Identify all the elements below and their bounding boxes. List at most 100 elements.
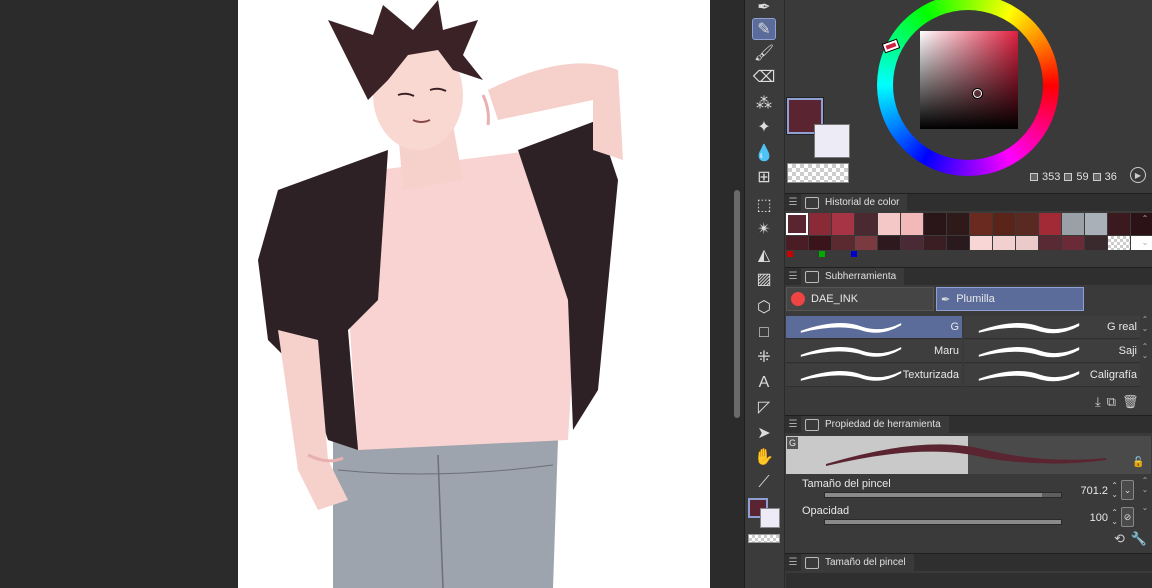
brush-item[interactable]: G bbox=[786, 316, 962, 339]
tab-subtool[interactable]: Subherramienta bbox=[801, 267, 905, 286]
figure-tool-icon[interactable]: □ bbox=[752, 322, 776, 344]
tab-tool-property[interactable]: Propiedad de herramienta bbox=[801, 415, 949, 434]
panel-menu-icon[interactable]: ☰ bbox=[785, 197, 801, 208]
preview-stroke bbox=[826, 444, 1106, 466]
trash-icon[interactable]: 🗑 bbox=[1122, 394, 1139, 410]
color-history-swatch[interactable] bbox=[832, 213, 854, 235]
color-history-swatch[interactable] bbox=[878, 236, 900, 250]
brush-item[interactable]: Saji bbox=[964, 340, 1140, 363]
color-history-swatch[interactable] bbox=[809, 236, 831, 250]
brush-item[interactable]: Texturizada bbox=[786, 364, 962, 387]
color-history-swatch[interactable] bbox=[1016, 236, 1038, 250]
reset-icon[interactable]: ⟲ bbox=[1114, 531, 1125, 547]
text-tool-icon[interactable]: A bbox=[752, 372, 776, 394]
subtool-group-dae-ink[interactable]: DAE_INK bbox=[786, 287, 934, 311]
brush-size-label: Tamaño del pincel bbox=[802, 478, 891, 490]
color-history-swatch[interactable] bbox=[924, 213, 946, 235]
wrench-icon[interactable]: 🔧 bbox=[1131, 531, 1147, 547]
sub-color-swatch[interactable] bbox=[814, 124, 850, 158]
color-history-swatch[interactable] bbox=[1085, 236, 1107, 250]
color-history-swatch[interactable] bbox=[970, 236, 992, 250]
tool-property-scroll[interactable]: ⌃ ⌄ ⌄ bbox=[1140, 476, 1150, 526]
color-history-swatch[interactable] bbox=[1062, 213, 1084, 235]
color-history-scroll[interactable]: ⌃ ⌄ bbox=[1140, 213, 1150, 249]
import-icon[interactable]: ⤓ bbox=[1095, 394, 1101, 410]
brush-stroke-sample bbox=[978, 323, 1080, 334]
transparent-color-swatch[interactable] bbox=[787, 163, 849, 183]
color-history-swatch[interactable] bbox=[832, 236, 854, 250]
opacity-slider[interactable] bbox=[824, 519, 1062, 525]
color-history-swatch[interactable] bbox=[786, 236, 808, 250]
color-history-swatch[interactable] bbox=[1016, 213, 1038, 235]
color-history-swatch[interactable] bbox=[1085, 213, 1107, 235]
opacity-stepper[interactable]: ⌃ ⌄ bbox=[1111, 508, 1118, 526]
transparent-color-swatch-small[interactable] bbox=[748, 534, 780, 543]
pencil-tool-icon[interactable]: ✎ bbox=[752, 18, 776, 40]
color-history-swatch[interactable] bbox=[947, 236, 969, 250]
canvas-scrollbar-thumb[interactable] bbox=[734, 190, 740, 418]
gradient-tool-icon[interactable]: ▨ bbox=[752, 268, 776, 290]
lock-icon[interactable]: 🔓 bbox=[1132, 457, 1144, 469]
brush-item[interactable]: Maru bbox=[786, 340, 962, 363]
saturation-value-square[interactable] bbox=[920, 31, 1018, 129]
color-history-swatch[interactable] bbox=[809, 213, 831, 235]
artwork-canvas[interactable] bbox=[238, 0, 710, 588]
color-history-swatch[interactable] bbox=[901, 213, 923, 235]
sub-color-swatch-small[interactable] bbox=[760, 508, 780, 528]
mesh-transform-icon[interactable]: ⊞ bbox=[752, 166, 776, 188]
brush-size-stepper[interactable]: ⌃ ⌄ bbox=[1111, 481, 1118, 499]
brush-tool-icon[interactable]: 🖌 bbox=[752, 42, 776, 64]
tab-brush-size[interactable]: Tamaño del pincel bbox=[801, 553, 914, 572]
hand-tool-icon[interactable]: ✋ bbox=[752, 446, 776, 468]
color-history-swatch[interactable] bbox=[878, 213, 900, 235]
color-history-swatch[interactable] bbox=[947, 213, 969, 235]
brush-size-slider[interactable] bbox=[824, 492, 1062, 498]
color-history-swatch[interactable] bbox=[855, 213, 877, 235]
pen-tool-icon[interactable]: ✒ bbox=[752, 0, 776, 18]
color-history-swatch[interactable] bbox=[786, 213, 808, 235]
brush-size-presets[interactable] bbox=[786, 573, 1152, 588]
color-history-swatch[interactable] bbox=[993, 213, 1015, 235]
brush-size-dropdown-icon[interactable]: ⌄ bbox=[1121, 480, 1134, 500]
color-history-swatch[interactable] bbox=[901, 236, 923, 250]
color-history-swatch[interactable] bbox=[1108, 213, 1130, 235]
color-history-swatch[interactable] bbox=[970, 213, 992, 235]
object-tool-icon[interactable]: ⬡ bbox=[752, 296, 776, 318]
hue-icon bbox=[1030, 173, 1038, 181]
red-marker bbox=[787, 251, 793, 257]
color-history-swatch[interactable] bbox=[1062, 236, 1084, 250]
ruler-tool-icon[interactable]: ⁜ bbox=[752, 346, 776, 368]
duplicate-icon[interactable]: ⧉ bbox=[1107, 394, 1116, 410]
color-history-swatch[interactable] bbox=[1108, 236, 1130, 250]
frame-border-icon[interactable]: ◸ bbox=[752, 396, 776, 418]
panel-menu-icon[interactable]: ☰ bbox=[785, 557, 801, 568]
color-mode-toggle-icon[interactable]: ▶ bbox=[1130, 167, 1146, 183]
decoration-tool-icon[interactable]: ✦ bbox=[752, 116, 776, 138]
auto-select-icon[interactable]: ✴ bbox=[752, 218, 776, 240]
color-history-swatch[interactable] bbox=[993, 236, 1015, 250]
brush-stroke-sample bbox=[800, 371, 902, 381]
opacity-link-icon[interactable]: ⊘ bbox=[1121, 507, 1134, 527]
operation-tool-icon[interactable]: ➤ bbox=[752, 422, 776, 444]
blend-tool-icon[interactable]: 💧 bbox=[752, 142, 776, 164]
brush-size-value[interactable]: 701.2 bbox=[1080, 485, 1108, 497]
eyedropper-tool-icon[interactable]: ⟋ bbox=[752, 472, 776, 494]
color-history-swatch[interactable] bbox=[855, 236, 877, 250]
selection-tool-icon[interactable]: ⬚ bbox=[752, 194, 776, 216]
color-history-swatch[interactable] bbox=[1039, 236, 1061, 250]
tab-color-history[interactable]: Historial de color bbox=[801, 193, 908, 212]
eraser-tool-icon[interactable]: ⌫ bbox=[752, 66, 776, 88]
brush-item[interactable]: G real bbox=[964, 316, 1140, 339]
color-history-swatch[interactable] bbox=[1039, 213, 1061, 235]
color-cursor[interactable] bbox=[973, 89, 982, 98]
fill-tool-icon[interactable]: ◭ bbox=[752, 244, 776, 266]
panel-menu-icon[interactable]: ☰ bbox=[785, 271, 801, 282]
brush-item[interactable]: Caligrafía bbox=[964, 364, 1140, 387]
subtool-group-label: DAE_INK bbox=[811, 293, 859, 305]
color-history-swatch[interactable] bbox=[924, 236, 946, 250]
panel-menu-icon[interactable]: ☰ bbox=[785, 419, 801, 430]
opacity-value[interactable]: 100 bbox=[1090, 512, 1108, 524]
airbrush-tool-icon[interactable]: ⁂ bbox=[752, 92, 776, 114]
brush-list-scroll[interactable]: ⌃ ⌄ ⌃ ⌄ bbox=[1140, 315, 1150, 387]
subtool-group-plumilla[interactable]: ✒ Plumilla bbox=[936, 287, 1084, 311]
